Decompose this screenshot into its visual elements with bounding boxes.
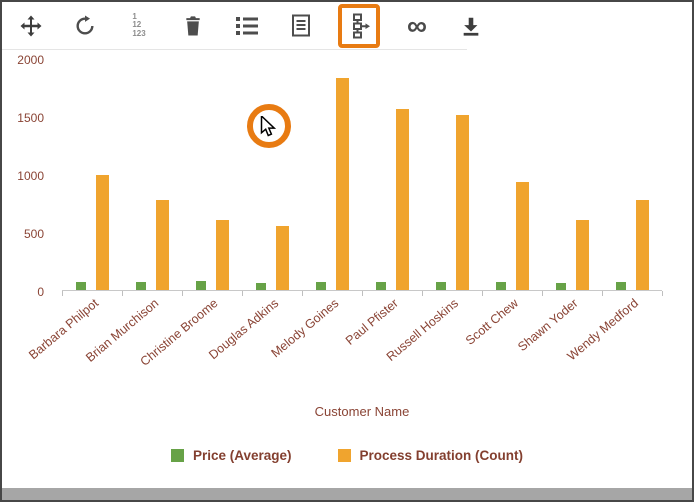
bar-group bbox=[542, 59, 602, 290]
row-numbers-line: 123 bbox=[132, 30, 145, 38]
y-tick-label: 0 bbox=[37, 285, 44, 299]
bottom-bar bbox=[2, 488, 692, 500]
bar[interactable] bbox=[436, 282, 446, 290]
y-axis: 0500100015002000 bbox=[2, 59, 54, 291]
bar-group bbox=[122, 59, 182, 290]
bar-group bbox=[302, 59, 362, 290]
bar-group bbox=[362, 59, 422, 290]
legend: Price (Average) Process Duration (Count) bbox=[2, 448, 692, 463]
bar-group bbox=[602, 59, 662, 290]
row-numbers-icon: 1 12 123 bbox=[132, 13, 145, 38]
bar[interactable] bbox=[196, 281, 206, 290]
move-button[interactable] bbox=[14, 8, 48, 44]
bar[interactable] bbox=[76, 282, 86, 290]
legend-label: Process Duration (Count) bbox=[360, 448, 524, 463]
trash-icon bbox=[183, 14, 203, 37]
legend-item[interactable]: Process Duration (Count) bbox=[338, 448, 524, 463]
y-tick-label: 2000 bbox=[17, 53, 44, 67]
bar[interactable] bbox=[636, 200, 649, 290]
bar[interactable] bbox=[216, 220, 229, 290]
bar-group bbox=[182, 59, 242, 290]
list-icon bbox=[235, 15, 259, 37]
toolbar: 1 12 123 bbox=[2, 2, 467, 50]
app-window: 1 12 123 bbox=[0, 0, 694, 502]
legend-label: Price (Average) bbox=[193, 448, 292, 463]
bar-group bbox=[422, 59, 482, 290]
list-view-button[interactable] bbox=[230, 8, 264, 44]
refresh-button[interactable] bbox=[68, 8, 102, 44]
report-icon bbox=[291, 14, 311, 37]
x-axis-title: Customer Name bbox=[62, 404, 662, 419]
bar[interactable] bbox=[616, 282, 626, 290]
bar[interactable] bbox=[136, 282, 146, 290]
y-tick-label: 500 bbox=[24, 227, 44, 241]
bar-group bbox=[242, 59, 302, 290]
bar[interactable] bbox=[376, 282, 386, 290]
bar[interactable] bbox=[156, 200, 169, 290]
y-tick-label: 1500 bbox=[17, 111, 44, 125]
y-tick-label: 1000 bbox=[17, 169, 44, 183]
bar[interactable] bbox=[496, 282, 506, 290]
flowchart-button[interactable] bbox=[338, 4, 380, 48]
bar-group bbox=[482, 59, 542, 290]
legend-swatch bbox=[171, 449, 184, 462]
bar[interactable] bbox=[96, 175, 109, 290]
download-button[interactable] bbox=[454, 8, 488, 44]
bar[interactable] bbox=[396, 109, 409, 290]
delete-button[interactable] bbox=[176, 8, 210, 44]
refresh-icon bbox=[74, 15, 96, 37]
x-axis-tick bbox=[662, 291, 663, 296]
infinity-icon: ∞ bbox=[407, 12, 427, 40]
plot-area bbox=[62, 59, 662, 291]
bar[interactable] bbox=[456, 115, 469, 290]
infinity-button[interactable]: ∞ bbox=[400, 8, 434, 44]
download-icon bbox=[460, 15, 482, 37]
bar[interactable] bbox=[576, 220, 589, 290]
x-tick-label: Paul Pfister bbox=[343, 296, 401, 348]
move-icon bbox=[19, 14, 43, 38]
bar[interactable] bbox=[516, 182, 529, 290]
bar[interactable] bbox=[276, 226, 289, 290]
x-tick-label: Scott Chew bbox=[463, 296, 521, 348]
bar[interactable] bbox=[256, 283, 266, 290]
report-button[interactable] bbox=[284, 8, 318, 44]
x-labels: Barbara PhilpotBrian MurchisonChristine … bbox=[62, 296, 662, 391]
row-numbers-button[interactable]: 1 12 123 bbox=[122, 8, 156, 44]
mouse-cursor bbox=[260, 116, 278, 142]
bar[interactable] bbox=[316, 282, 326, 290]
bar-group bbox=[62, 59, 122, 290]
legend-swatch bbox=[338, 449, 351, 462]
flowchart-icon bbox=[347, 13, 371, 39]
bar[interactable] bbox=[556, 283, 566, 290]
legend-item[interactable]: Price (Average) bbox=[171, 448, 292, 463]
bar[interactable] bbox=[336, 78, 349, 290]
